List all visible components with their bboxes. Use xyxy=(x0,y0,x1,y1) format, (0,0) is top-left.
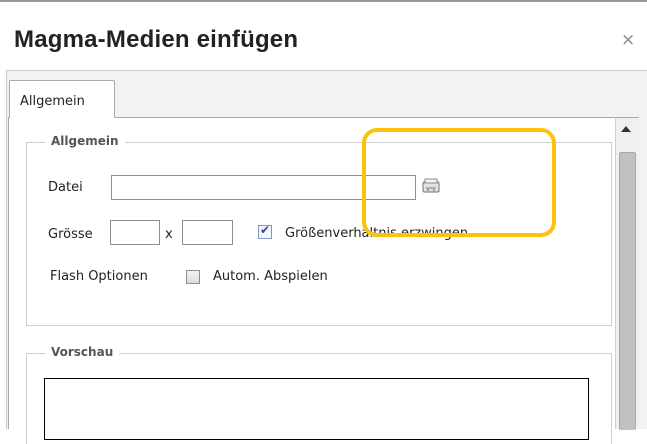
autoplay-checkbox[interactable] xyxy=(186,270,200,284)
close-icon[interactable]: × xyxy=(621,32,635,49)
preview-area xyxy=(44,378,589,440)
scroll-thumb[interactable] xyxy=(619,152,636,430)
tab-allgemein[interactable]: Allgemein xyxy=(9,80,115,118)
tab-label: Allgemein xyxy=(20,94,85,109)
width-input[interactable] xyxy=(110,220,160,245)
height-input[interactable] xyxy=(182,220,233,245)
vertical-scrollbar[interactable] xyxy=(615,117,639,430)
folder-browse-icon[interactable] xyxy=(422,177,440,193)
keep-ratio-label: Größenverhältnis erzwingen xyxy=(285,226,469,241)
autoplay-label: Autom. Abspielen xyxy=(213,269,328,284)
window-top-border xyxy=(0,0,647,2)
size-separator: x xyxy=(165,227,173,242)
dialog-title: Magma-Medien einfügen xyxy=(14,26,299,53)
keep-ratio-checkbox[interactable]: ✔ xyxy=(258,223,272,239)
file-label: Datei xyxy=(48,180,83,195)
scroll-up-arrow-icon[interactable] xyxy=(621,126,631,132)
size-label: Grösse xyxy=(48,227,93,242)
general-legend: Allgemein xyxy=(45,134,125,148)
file-input[interactable] xyxy=(111,175,416,200)
preview-legend: Vorschau xyxy=(45,345,120,359)
checkmark-icon: ✔ xyxy=(260,223,271,237)
flash-options-label: Flash Optionen xyxy=(50,269,148,284)
